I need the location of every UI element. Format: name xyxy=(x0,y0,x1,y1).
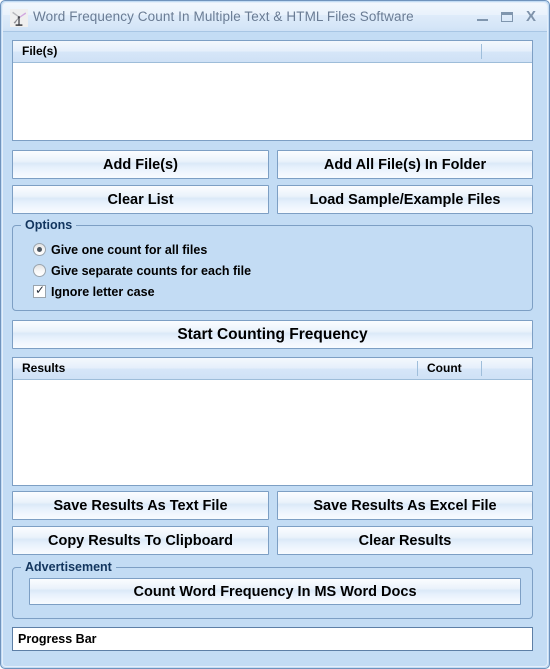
minimize-button[interactable] xyxy=(473,8,493,26)
option-label-give-separate-counts: Give separate counts for each file xyxy=(51,264,252,278)
application-window: Word Frequency Count In Multiple Text & … xyxy=(0,0,550,669)
maximize-button[interactable] xyxy=(497,8,517,26)
option-label-ignore-letter-case: Ignore letter case xyxy=(51,285,155,299)
progress-bar: Progress Bar xyxy=(12,627,533,651)
checkmark-icon: ✓ xyxy=(35,283,46,297)
radio-dot xyxy=(37,247,42,252)
close-button[interactable]: X xyxy=(521,8,541,26)
checkbox-icon-checked[interactable]: ✓ xyxy=(33,283,46,298)
clear-results-button[interactable]: Clear Results xyxy=(277,526,533,555)
file-list-column-divider[interactable] xyxy=(481,44,482,59)
options-group-title: Options xyxy=(21,218,77,232)
clear-list-button[interactable]: Clear List xyxy=(12,185,269,214)
results-column-divider-1[interactable] xyxy=(417,361,418,376)
add-all-files-in-folder-button[interactable]: Add All File(s) In Folder xyxy=(277,150,533,179)
maximize-icon xyxy=(501,12,513,22)
start-counting-frequency-button[interactable]: Start Counting Frequency xyxy=(12,320,533,349)
results-list-column-results[interactable]: Results xyxy=(22,361,65,375)
add-files-button[interactable]: Add File(s) xyxy=(12,150,269,179)
window-title: Word Frequency Count In Multiple Text & … xyxy=(33,9,414,24)
results-list-header: Results Count xyxy=(13,358,532,380)
load-sample-example-files-button[interactable]: Load Sample/Example Files xyxy=(277,185,533,214)
minimize-icon xyxy=(477,19,488,21)
radio-icon-selected[interactable] xyxy=(33,243,46,256)
progress-bar-label: Progress Bar xyxy=(18,632,97,646)
file-list-column-files[interactable]: File(s) xyxy=(22,44,57,58)
copy-results-to-clipboard-button[interactable]: Copy Results To Clipboard xyxy=(12,526,269,555)
results-list-column-count[interactable]: Count xyxy=(427,361,462,375)
save-results-as-excel-file-button[interactable]: Save Results As Excel File xyxy=(277,491,533,520)
results-column-divider-2[interactable] xyxy=(481,361,482,376)
save-results-as-text-file-button[interactable]: Save Results As Text File xyxy=(12,491,269,520)
file-list[interactable]: File(s) xyxy=(12,40,533,141)
file-list-header: File(s) xyxy=(13,41,532,63)
title-bar[interactable]: Word Frequency Count In Multiple Text & … xyxy=(3,3,547,32)
option-label-give-one-count: Give one count for all files xyxy=(51,243,208,257)
results-list[interactable]: Results Count xyxy=(12,357,533,486)
radio-icon-unselected[interactable] xyxy=(33,264,46,277)
advertisement-group-title: Advertisement xyxy=(21,560,116,574)
count-word-frequency-in-ms-word-docs-button[interactable]: Count Word Frequency In MS Word Docs xyxy=(29,578,521,605)
windmill-icon xyxy=(10,9,28,27)
